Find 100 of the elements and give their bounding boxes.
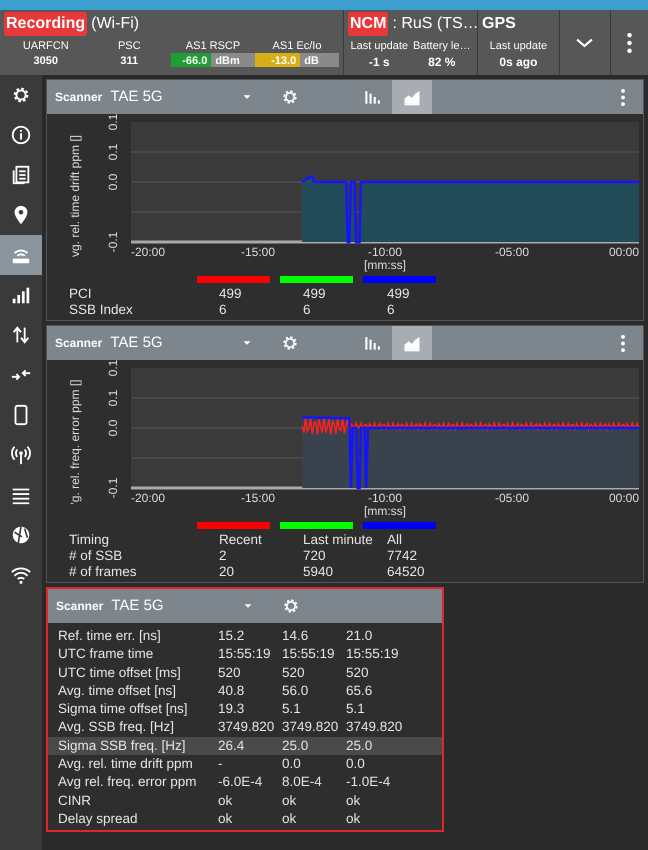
row-label: PCI (69, 286, 93, 302)
section-title: : RuS (TS… (392, 14, 479, 34)
field-label: Battery le… (413, 40, 470, 53)
table-cell-text: 499 (387, 286, 411, 302)
table-cell-text: 5.1 (282, 700, 302, 718)
field-label: AS1 RSCP (186, 40, 240, 53)
field-value: 0s ago (499, 54, 538, 71)
y-tick-label: -0.1 (106, 232, 120, 252)
x-tick-label: 00:00 (608, 491, 639, 505)
x-tick-label: -20:00 (131, 245, 166, 259)
row-label: CINR (58, 792, 92, 810)
antenna-icon (10, 444, 32, 466)
row-label: Timing (69, 532, 110, 548)
x-tick-label: -15:00 (240, 245, 276, 259)
field-value: 311 (120, 54, 138, 69)
field-label: Last update (350, 40, 408, 53)
kebab-menu-icon (621, 334, 625, 352)
row-label: Sigma SSB freq. [Hz] (58, 736, 187, 755)
up-down-arrows-icon (10, 324, 32, 346)
technology-dropdown[interactable]: TAE 5G (110, 86, 254, 108)
table-cell-text: Last minute (303, 532, 374, 548)
table-cell-text: ok (218, 810, 234, 828)
x-tick-label: -05:00 (494, 245, 530, 259)
table-cell-text: 499 (219, 286, 243, 302)
x-axis-unit: [mm:ss] (364, 504, 406, 518)
technology-dropdown[interactable]: TAE 5G (110, 332, 254, 354)
table-cell-text: 5940 (303, 564, 334, 580)
recording-badge: Recording (4, 12, 88, 36)
row-label: Avg. SSB freq. [Hz] (58, 718, 176, 736)
y-tick-label: -0.1 (106, 478, 120, 498)
row-label: Avg. rel. time drift ppm (58, 755, 194, 774)
table-cell-text: 14.6 (282, 627, 310, 645)
y-tick-label: 0.0 (106, 174, 120, 190)
y-axis-label: 'g. rel. freq. error ppm [] (68, 380, 82, 504)
x-tick-label: -10:00 (368, 491, 402, 505)
meter-value: -13.0 (271, 54, 296, 67)
table-cell-text: 25.0 (346, 736, 374, 755)
table-cell-text: 6 (219, 302, 228, 318)
row-label: Ref. time err. [ns] (58, 627, 162, 645)
row-label: # of frames (69, 564, 138, 580)
table-cell-text: ok (282, 810, 298, 828)
table-cell-text: 19.3 (218, 700, 246, 718)
field-value: 3050 (34, 54, 58, 69)
table-cell-text: 7742 (387, 548, 418, 564)
x-tick-label: -20:00 (131, 491, 166, 505)
source-label: Scanner (54, 335, 104, 352)
table-cell-text: 15:55:19 (346, 645, 400, 664)
row-label: Avg rel. freq. error ppm (58, 773, 198, 792)
info-icon (10, 124, 32, 146)
kebab-menu-icon (621, 88, 625, 106)
chevron-down-icon (576, 38, 594, 48)
table-cell-text: 65.6 (346, 682, 374, 700)
connection-label: (Wi-Fi) (91, 14, 140, 34)
document-icon (10, 164, 32, 186)
table-cell-text: 2 (219, 548, 228, 564)
table-cell-text: 8.0E-4 (282, 773, 323, 792)
table-cell-text: 520 (346, 664, 370, 682)
y-tick-label: 0.1 (106, 360, 120, 376)
field-label: Last update (490, 40, 548, 53)
table-cell-text: 15.2 (218, 627, 246, 645)
table-cell-text: 21.0 (346, 627, 374, 645)
x-tick-label: 00:00 (608, 245, 639, 259)
table-cell-text: 40.8 (218, 682, 246, 700)
table-cell-text: 0.0 (346, 755, 366, 774)
table-cell-text: 520 (218, 664, 242, 682)
table-cell-text: -1.0E-4 (346, 773, 392, 792)
row-label: Delay spread (58, 810, 139, 828)
field-label: PSC (118, 40, 141, 53)
table-cell-text: 3749.820 (282, 718, 340, 736)
row-label: UTC time offset [ms] (58, 664, 182, 682)
table-cell-text: 15:55:19 (282, 645, 336, 664)
x-tick-label: -10:00 (368, 245, 402, 259)
table-cell-text: 20 (219, 564, 236, 580)
field-value: 82 % (428, 54, 456, 71)
row-label: Sigma time offset [ns] (58, 700, 189, 718)
field-value: -1 s (368, 54, 390, 71)
y-tick-label: 0.1 (106, 114, 120, 130)
x-tick-label: -15:00 (240, 491, 276, 505)
table-cell-text: 6 (303, 302, 312, 318)
kebab-menu-icon (626, 32, 632, 52)
table-cell-text: 5.1 (346, 700, 366, 718)
ncm-badge: NCM (348, 12, 388, 36)
y-tick-label: 0.0 (106, 420, 120, 436)
y-tick-label: 0.1 (106, 390, 120, 406)
row-label: SSB Index (69, 302, 134, 318)
technology-dropdown[interactable]: TAE 5G (111, 594, 256, 618)
table-cell-text: ok (282, 792, 298, 810)
table-row[interactable]: Sigma SSB freq. [Hz] 26.4 25.0 25.0 (48, 736, 442, 756)
table-cell-text: 6 (387, 302, 396, 318)
table-cell-text: 3749.820 (218, 718, 276, 736)
table-cell-text: 3749.820 (346, 718, 404, 736)
row-label: # of SSB (69, 548, 124, 564)
source-label: Scanner (55, 598, 104, 615)
table-cell-text: 720 (303, 548, 327, 564)
meter-value: -66.0 (182, 54, 208, 67)
table-cell-text: 520 (282, 664, 306, 682)
table-cell-text: 499 (303, 286, 327, 302)
row-label: UTC frame time (58, 645, 154, 664)
table-cell-text: 15:55:19 (218, 645, 272, 664)
table-cell-text: 0.0 (282, 755, 302, 774)
